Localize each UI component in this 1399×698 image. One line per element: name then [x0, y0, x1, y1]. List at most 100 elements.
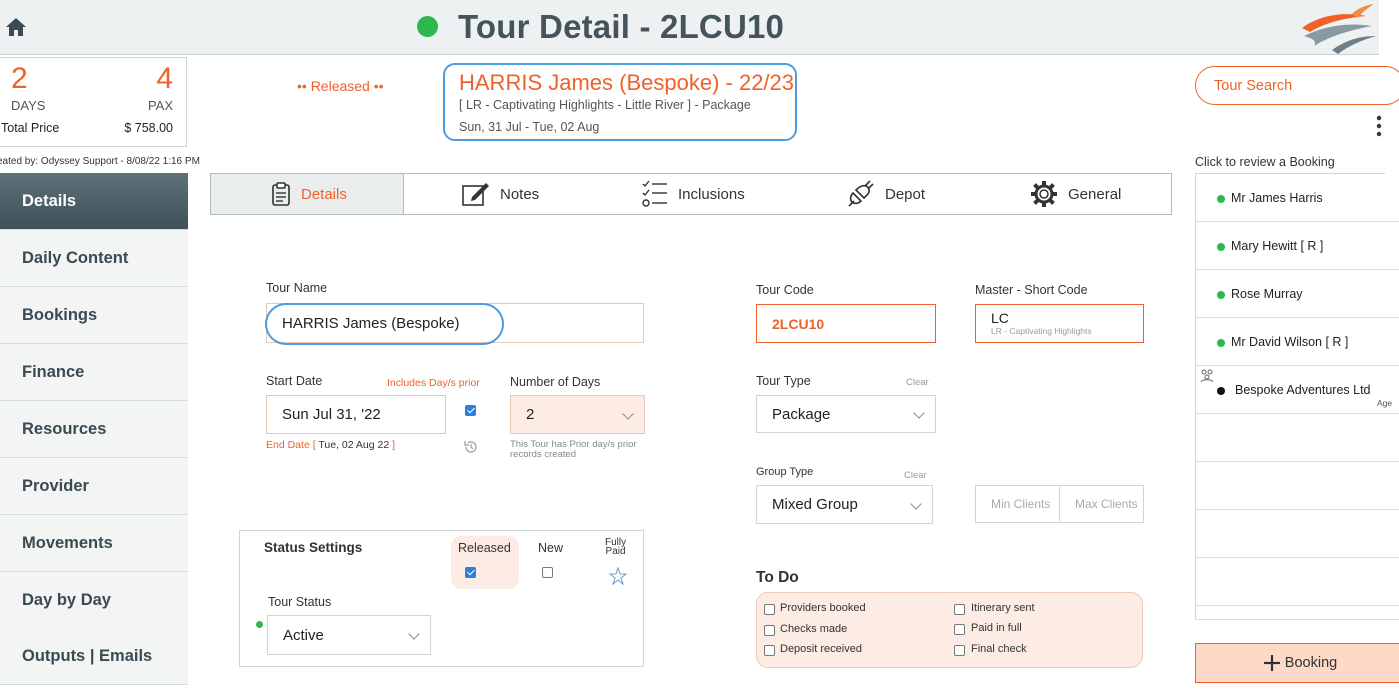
status-settings-title: Status Settings [264, 540, 363, 555]
chevron-down-icon [622, 407, 634, 420]
booking-name: Mary Hewitt [ R ] [1231, 239, 1324, 253]
tour-status-dot [256, 621, 263, 628]
master-code-subtitle: LR - Captivating Highlights [991, 326, 1092, 336]
booking-list: Mr James Harris Mary Hewitt [ R ] Rose M… [1195, 173, 1399, 620]
home-icon[interactable] [4, 16, 28, 38]
sidebar-item-label: Day by Day [22, 590, 111, 609]
tour-header-subtitle: [ LR - Captivating Highlights - Little R… [459, 98, 751, 112]
todo-checkbox-checks-made[interactable] [764, 625, 775, 636]
num-days-select[interactable]: 2 [510, 395, 645, 434]
sidebar-item-outputs-emails[interactable]: Outputs | Emails [0, 628, 188, 685]
booking-status-dot [1217, 291, 1225, 299]
history-icon[interactable] [463, 439, 479, 455]
todo-checkbox-final-check[interactable] [954, 645, 965, 656]
sidebar-item-label: Resources [22, 419, 107, 438]
booking-name: Bespoke Adventures Ltd [1235, 383, 1371, 397]
booking-name: Mr James Harris [1231, 191, 1323, 205]
chevron-down-icon [408, 628, 420, 640]
tab-inclusions[interactable]: Inclusions [642, 174, 802, 214]
add-booking-button[interactable]: Booking [1195, 643, 1399, 683]
min-clients-input[interactable]: Min Clients [975, 485, 1060, 523]
sidebar-item-label: Bookings [22, 305, 98, 324]
master-code-input[interactable]: LC LR - Captivating Highlights [975, 304, 1144, 343]
tab-general[interactable]: General [1030, 174, 1170, 214]
sidebar-item-bookings[interactable]: Bookings [0, 287, 188, 344]
booking-row-empty [1196, 510, 1399, 558]
tour-type-value: Package [772, 405, 831, 423]
booking-row[interactable]: Mary Hewitt [ R ] [1196, 222, 1399, 270]
tour-type-label: Tour Type [756, 374, 811, 388]
end-date-value: Tue, 02 Aug 22 [318, 439, 390, 451]
sidebar-item-provider[interactable]: Provider [0, 458, 188, 515]
sidebar-item-day-by-day[interactable]: Day by Day [0, 572, 188, 629]
created-by-text: eated by: Odyssey Support - 8/08/22 1:16… [0, 156, 200, 167]
tour-header-dates: Sun, 31 Jul - Tue, 02 Aug [459, 120, 600, 134]
todo-checkbox-itinerary-sent[interactable] [954, 604, 965, 615]
sidebar-item-label: Finance [22, 362, 85, 381]
fully-paid-label: Fully Paid [605, 538, 626, 557]
plus-icon [1263, 655, 1280, 671]
booking-row-empty [1196, 414, 1399, 462]
booking-tag: Age [1377, 398, 1393, 408]
max-clients-placeholder: Max Clients [1075, 497, 1138, 511]
booking-row[interactable]: Bespoke Adventures Ltd Age [1196, 366, 1399, 414]
tour-type-select[interactable]: Package [756, 395, 936, 433]
master-code-value: LC [991, 310, 1009, 326]
sidebar-item-finance[interactable]: Finance [0, 344, 188, 401]
booking-status-dot [1217, 243, 1225, 251]
tour-status-select[interactable]: Active [267, 615, 431, 655]
booking-row-empty [1196, 606, 1399, 620]
sidebar-item-details[interactable]: Details [0, 173, 188, 230]
sidebar-item-label: Movements [22, 533, 113, 552]
tour-code-value: 2LCU10 [772, 315, 825, 332]
tab-depot[interactable]: Depot [845, 174, 975, 214]
sidebar-item-movements[interactable]: Movements [0, 515, 188, 572]
group-icon [1199, 369, 1215, 383]
todo-label-providers-booked: Providers booked [780, 602, 866, 614]
sidebar-item-daily-content[interactable]: Daily Content [0, 230, 188, 287]
booking-row[interactable]: Mr James Harris [1196, 174, 1399, 222]
pax-label: PAX [147, 98, 173, 113]
todo-checkbox-paid-in-full[interactable] [954, 624, 965, 635]
end-date-line: End Date [ Tue, 02 Aug 22 ] [266, 439, 395, 451]
sidebar-nav: Details Daily Content Bookings Finance R… [0, 173, 188, 685]
todo-checkbox-providers-booked[interactable] [764, 604, 775, 615]
booking-name: Rose Murray [1231, 287, 1303, 301]
tour-name-highlight [265, 303, 504, 345]
group-type-label: Group Type [756, 466, 814, 478]
tab-notes[interactable]: Notes [462, 174, 592, 214]
tab-details[interactable]: Details [211, 174, 404, 214]
days-label: DAYS [11, 98, 46, 113]
booking-row[interactable]: Mr David Wilson [ R ] [1196, 318, 1399, 366]
group-type-select[interactable]: Mixed Group [756, 485, 933, 524]
tour-code-input[interactable]: 2LCU10 [756, 304, 936, 343]
released-checkbox[interactable] [465, 567, 476, 578]
tour-type-clear[interactable]: Clear [906, 377, 929, 388]
more-options-icon[interactable] [1371, 114, 1387, 140]
tab-label: General [1068, 185, 1122, 203]
tour-search-button[interactable]: Tour Search [1195, 66, 1399, 105]
todo-label-final-check: Final check [971, 643, 1027, 655]
todo-checkbox-deposit-received[interactable] [764, 645, 775, 656]
includes-prior-checkbox[interactable] [465, 405, 476, 416]
max-clients-input[interactable]: Max Clients [1059, 485, 1144, 523]
num-days-value: 2 [526, 406, 535, 423]
plug-icon [848, 180, 874, 207]
chevron-down-icon [913, 407, 925, 419]
sidebar-item-resources[interactable]: Resources [0, 401, 188, 458]
new-checkbox[interactable] [542, 567, 553, 578]
todo-label-paid-in-full: Paid in full [971, 622, 1022, 634]
clipboard-icon [272, 182, 290, 206]
end-date-label: End Date [ [266, 439, 316, 451]
booking-row[interactable]: Rose Murray [1196, 270, 1399, 318]
group-type-clear[interactable]: Clear [904, 470, 927, 481]
start-date-input[interactable]: Sun Jul 31, '22 [266, 395, 446, 434]
detail-tab-bar: Details Notes Inclusions Depot General [210, 173, 1172, 215]
star-icon[interactable] [608, 566, 628, 586]
pax-count: 4 [156, 62, 173, 95]
sidebar-item-label: Outputs | Emails [22, 646, 153, 665]
todo-label-deposit-received: Deposit received [780, 643, 862, 655]
master-code-label: Master - Short Code [975, 283, 1088, 297]
tour-code-label: Tour Code [756, 283, 814, 297]
sidebar-item-label: Daily Content [22, 248, 129, 267]
